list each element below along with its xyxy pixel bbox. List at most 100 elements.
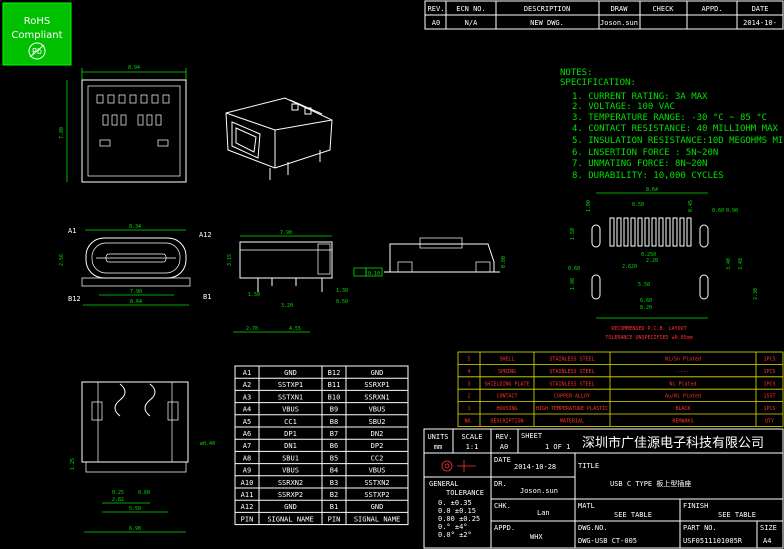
pin-table-cell: DN2 [371, 430, 384, 438]
note-7: 7. UNMATING FORCE: 8N~20N [572, 159, 707, 169]
dim-flatness: 0.10 [368, 271, 380, 277]
notes-block: NOTES: SPECIFICATION: 1. CURRENT RATING:… [560, 68, 784, 181]
rev-h4: CHECK [652, 5, 674, 13]
bom-table-cell: ---- [677, 369, 689, 375]
pin-table-cell: A2 [243, 381, 251, 389]
dim-bottom-125: 1.25 [70, 458, 76, 470]
pin-table-cell: VBUS [282, 406, 299, 414]
pin-table-cell: B10 [328, 393, 341, 401]
tol-1: 0.0 ±0.15 [438, 507, 476, 515]
pin-table-cell: VBUS [282, 467, 299, 475]
scale-value: 1:1 [466, 443, 479, 451]
bom-table-cell: QTY [765, 419, 774, 425]
matl-value: SEE TABLE [614, 511, 652, 519]
company-name: 深圳市广佳源电子科技有限公司 [582, 435, 764, 451]
rev-v1: N/A [465, 19, 478, 27]
pin-table-cell: SSTXN1 [278, 393, 303, 401]
bom-table-cell: STAINLESS STEEL [549, 381, 594, 387]
sheet-label: SHEET [521, 432, 543, 440]
tol-0: 0. ±0.35 [438, 499, 472, 507]
finish-value: SEE TABLE [718, 511, 756, 519]
bom-table-cell: BLACK [675, 406, 690, 412]
note-8: 8. DURABILITY: 10,000 CYCLES [572, 171, 724, 181]
dim-layout-050: 0.50 [632, 202, 644, 208]
tol-2: 0.00 ±0.25 [438, 515, 480, 523]
pin-table-cell: A12 [241, 503, 254, 511]
dim-front-width: 8.34 [129, 224, 141, 230]
pcb-layout: 8.64 0.50 0.60 0.250 2.20 2.620 5.50 6.6… [568, 187, 759, 341]
pin-table-cell: CC1 [284, 418, 297, 426]
pin-table-cell: A1 [243, 369, 251, 377]
bom-table-cell: SHELL [499, 357, 514, 363]
dim-front-left: 2.56 [59, 254, 65, 266]
pin-table-cell: B2 [330, 491, 338, 499]
dim-top-width: 8.94 [128, 65, 140, 71]
dr-label: DR. [494, 480, 507, 488]
pin-table-cell: SSTXP1 [278, 381, 303, 389]
dim-bottom-060: 0.60 [138, 490, 150, 496]
scale-label: SCALE [461, 433, 482, 441]
appd-value: WHX [530, 533, 543, 541]
date-label: DATE [494, 456, 511, 464]
bom-table-cell: STAINLESS STEEL [549, 369, 594, 375]
rohs-line2: Compliant [11, 30, 62, 41]
pin-table-cell: A8 [243, 454, 251, 462]
rohs-logo: RoHS Compliant Pb [2, 2, 72, 66]
rev-h0: REV. [428, 5, 445, 13]
pin-table-cell: B4 [330, 467, 338, 475]
pin-table-cell: SIGNAL NAME [354, 515, 400, 523]
partno-value: USF0511101005R [683, 537, 743, 545]
dim-side-150: 1.50 [248, 292, 260, 298]
pin-table-cell: VBUS [369, 467, 386, 475]
bom-table-cell: HOUSING [496, 406, 517, 412]
bom-table-cell: 1PCS [763, 381, 775, 387]
pin-table-cell: GND [284, 369, 297, 377]
units-value: mm [434, 443, 442, 451]
pin-table-cell: A11 [241, 491, 254, 499]
dim-layout-180: 1.80 [570, 278, 576, 290]
dim-layout-340: 3.40 [726, 258, 732, 270]
pin-table-cell: SIGNAL NAME [267, 515, 313, 523]
bom-table-cell: Ni Plated [669, 381, 696, 387]
pin-table-cell: B8 [330, 418, 338, 426]
date-value: 2014-10-28 [514, 463, 556, 471]
title-value: USB C TYPE 板上型插座 [610, 479, 691, 488]
pin-table-cell: B6 [330, 442, 338, 450]
rev-h5: APPD. [701, 5, 722, 13]
bom-table-cell: HIGH TEMPERATURE PLASTIC [536, 406, 608, 412]
title-block: UNITS mm SCALE 1:1 REV. A0 SHEET 1 OF 1 … [423, 428, 784, 549]
dim-side-270: 2.70 [246, 326, 258, 332]
dim-bottom-040: ø0.40 [200, 441, 215, 447]
dim-layout-2620: 2.620 [622, 264, 637, 270]
dim-bottom-282: 2.82 [112, 497, 124, 503]
pin-table-cell: GND [371, 503, 384, 511]
finish-label: FINISH [683, 502, 708, 510]
bom-table-cell: 1PCS [763, 369, 775, 375]
rev-v2: NEW DWG. [530, 19, 564, 27]
bom-table-cell: 5 [467, 357, 470, 363]
pin-table-cell: SSRXN2 [278, 479, 303, 487]
note-4: 4. CONTACT RESISTANCE: 40 MILLIOHM MAX [572, 124, 778, 134]
dim-layout-100: 1.00 [586, 200, 592, 212]
size-value: A4 [763, 537, 771, 545]
pin-table-cell: B1 [330, 503, 338, 511]
note-6: 6. LNSERTION FORCE : 5N~20N [572, 148, 718, 158]
general-label: GENERAL [429, 480, 459, 488]
rev-v6: 2014-10- [743, 19, 777, 27]
pin-table-cell: CC2 [371, 454, 384, 462]
note-1: 1. CURRENT RATING: 3A MAX [572, 92, 708, 102]
pin-a1: A1 [68, 227, 76, 235]
pin-table-cell: A6 [243, 430, 251, 438]
bom-table-cell: STAINLESS STEEL [549, 357, 594, 363]
pin-table-cell: SSRXP1 [364, 381, 389, 389]
dim-bottom-025: 0.25 [112, 490, 124, 496]
dim-layout-550: 5.50 [638, 282, 650, 288]
dr-value: Joson.sun [520, 487, 558, 495]
appd-label: APPD. [494, 524, 515, 532]
bom-table-cell: Au/Ni Plated [665, 394, 701, 400]
front-view: 8.34 A1 A12 B12 B1 2.56 7.90 8.64 [59, 224, 212, 306]
dim-rear-h: 0.80 [501, 256, 507, 268]
dim-layout-348: 3.48 [738, 258, 744, 270]
dim-side-top: 7.90 [280, 230, 292, 236]
bom-table-cell: SHIELDING PLATE [484, 381, 529, 387]
